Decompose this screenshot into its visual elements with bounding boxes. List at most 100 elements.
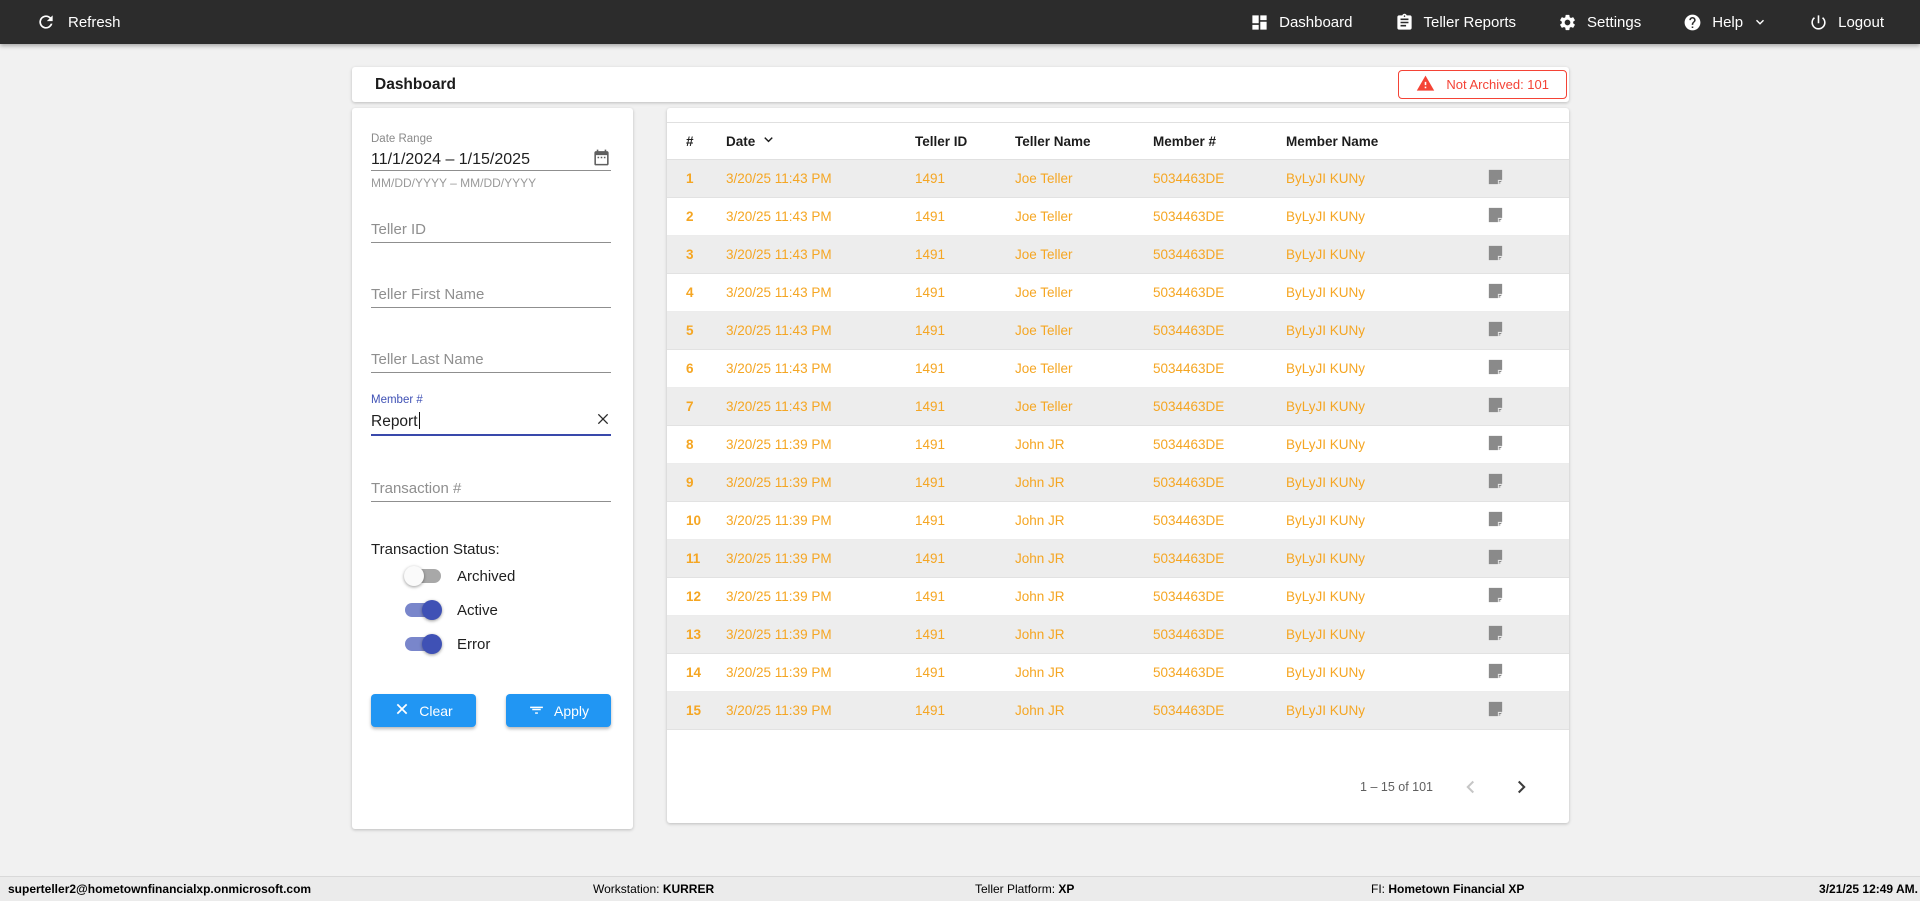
error-toggle[interactable] [405, 634, 442, 654]
nav-dashboard[interactable]: Dashboard [1250, 13, 1353, 32]
note-icon[interactable] [1484, 433, 1506, 455]
error-toggle-label: Error [457, 635, 491, 653]
teller-last-name-input[interactable] [371, 346, 611, 373]
nav-logout-label: Logout [1838, 13, 1884, 31]
table-row[interactable]: 2 3/20/25 11:43 PM 1491 Joe Teller 50344… [667, 198, 1569, 236]
date-range-field[interactable]: Date Range 11/1/2024 – 1/15/2025 MM/DD/Y… [371, 133, 611, 190]
row-teller-name: John JR [1015, 589, 1065, 604]
col-header-num[interactable]: # [686, 134, 726, 149]
table-row[interactable]: 15 3/20/25 11:39 PM 1491 John JR 5034463… [667, 692, 1569, 730]
active-toggle[interactable] [405, 600, 442, 620]
note-icon[interactable] [1484, 471, 1506, 493]
row-number: 2 [686, 209, 694, 224]
transaction-number-input[interactable] [371, 475, 611, 502]
note-icon[interactable] [1484, 623, 1506, 645]
nav-teller-reports-label: Teller Reports [1423, 13, 1517, 31]
col-header-teller-id[interactable]: Teller ID [915, 134, 1015, 149]
nav-logout[interactable]: Logout [1809, 13, 1884, 32]
row-number: 13 [686, 627, 702, 642]
refresh-icon [36, 12, 56, 32]
table-row[interactable]: 1 3/20/25 11:43 PM 1491 Joe Teller 50344… [667, 160, 1569, 198]
table-row[interactable]: 12 3/20/25 11:39 PM 1491 John JR 5034463… [667, 578, 1569, 616]
row-member-num: 5034463DE [1153, 513, 1225, 528]
row-member-num: 5034463DE [1153, 399, 1225, 414]
row-teller-id: 1491 [915, 703, 946, 718]
note-icon[interactable] [1484, 243, 1506, 265]
row-member-name: ByLyJI KUNy [1286, 475, 1366, 490]
nav-dashboard-label: Dashboard [1279, 13, 1353, 31]
note-icon[interactable] [1484, 281, 1506, 303]
teller-id-input[interactable] [371, 216, 611, 243]
row-date: 3/20/25 11:43 PM [726, 399, 832, 414]
row-teller-name: Joe Teller [1015, 285, 1073, 300]
table-row[interactable]: 8 3/20/25 11:39 PM 1491 John JR 5034463D… [667, 426, 1569, 464]
row-date: 3/20/25 11:39 PM [726, 475, 832, 490]
note-icon[interactable] [1484, 357, 1506, 379]
row-teller-name: Joe Teller [1015, 361, 1073, 376]
page-title: Dashboard [375, 75, 456, 93]
row-number: 14 [686, 665, 702, 680]
table-row[interactable]: 6 3/20/25 11:43 PM 1491 Joe Teller 50344… [667, 350, 1569, 388]
table-row[interactable]: 11 3/20/25 11:39 PM 1491 John JR 5034463… [667, 540, 1569, 578]
archived-toggle[interactable] [404, 566, 441, 586]
table-row[interactable]: 9 3/20/25 11:39 PM 1491 John JR 5034463D… [667, 464, 1569, 502]
next-page-button[interactable] [1509, 775, 1533, 799]
transaction-status-label: Transaction Status: [371, 541, 500, 558]
results-table: # Date Teller ID Teller Name Member # Me… [667, 122, 1569, 730]
x-icon [394, 701, 410, 720]
previous-page-button[interactable] [1459, 775, 1483, 799]
row-number: 15 [686, 703, 702, 718]
row-teller-id: 1491 [915, 285, 946, 300]
note-icon[interactable] [1484, 319, 1506, 341]
note-icon[interactable] [1484, 395, 1506, 417]
gear-icon [1558, 13, 1577, 32]
col-header-date[interactable]: Date [726, 131, 915, 151]
row-member-name: ByLyJI KUNy [1286, 513, 1366, 528]
col-header-member-name[interactable]: Member Name [1286, 134, 1480, 149]
table-row[interactable]: 3 3/20/25 11:43 PM 1491 Joe Teller 50344… [667, 236, 1569, 274]
row-teller-id: 1491 [915, 361, 946, 376]
nav-help[interactable]: Help [1683, 13, 1767, 32]
row-teller-id: 1491 [915, 627, 946, 642]
note-icon[interactable] [1484, 699, 1506, 721]
row-member-num: 5034463DE [1153, 703, 1225, 718]
row-number: 12 [686, 589, 702, 604]
refresh-button[interactable]: Refresh [0, 12, 121, 32]
table-row[interactable]: 7 3/20/25 11:43 PM 1491 Joe Teller 50344… [667, 388, 1569, 426]
row-member-num: 5034463DE [1153, 323, 1225, 338]
nav-settings[interactable]: Settings [1558, 13, 1641, 32]
note-icon[interactable] [1484, 205, 1506, 227]
col-header-member-num[interactable]: Member # [1153, 134, 1286, 149]
teller-last-name-field-group [371, 346, 611, 373]
row-member-name: ByLyJI KUNy [1286, 323, 1366, 338]
calendar-icon[interactable] [592, 148, 611, 172]
not-archived-label: Not Archived: 101 [1446, 77, 1549, 92]
date-range-label: Date Range [371, 133, 433, 145]
note-icon[interactable] [1484, 661, 1506, 683]
table-row[interactable]: 10 3/20/25 11:39 PM 1491 John JR 5034463… [667, 502, 1569, 540]
row-member-num: 5034463DE [1153, 627, 1225, 642]
not-archived-badge[interactable]: Not Archived: 101 [1398, 70, 1567, 99]
note-icon[interactable] [1484, 167, 1506, 189]
row-teller-id: 1491 [915, 437, 946, 452]
status-datetime: 3/21/25 12:49 AM. [1819, 882, 1918, 896]
row-teller-id: 1491 [915, 209, 946, 224]
row-member-name: ByLyJI KUNy [1286, 665, 1366, 680]
clear-field-x-icon[interactable] [595, 411, 611, 432]
note-icon[interactable] [1484, 547, 1506, 569]
note-icon[interactable] [1484, 585, 1506, 607]
clear-button[interactable]: Clear [371, 694, 476, 727]
table-row[interactable]: 13 3/20/25 11:39 PM 1491 John JR 5034463… [667, 616, 1569, 654]
nav-teller-reports[interactable]: Teller Reports [1395, 13, 1517, 32]
table-row[interactable]: 14 3/20/25 11:39 PM 1491 John JR 5034463… [667, 654, 1569, 692]
filter-icon [528, 701, 545, 721]
teller-first-name-input[interactable] [371, 281, 611, 308]
table-row[interactable]: 4 3/20/25 11:43 PM 1491 Joe Teller 50344… [667, 274, 1569, 312]
table-row[interactable]: 5 3/20/25 11:43 PM 1491 Joe Teller 50344… [667, 312, 1569, 350]
note-icon[interactable] [1484, 509, 1506, 531]
row-teller-name: John JR [1015, 551, 1065, 566]
col-header-teller-name[interactable]: Teller Name [1015, 134, 1153, 149]
row-teller-name: Joe Teller [1015, 399, 1073, 414]
apply-button[interactable]: Apply [506, 694, 611, 727]
member-number-field[interactable]: Member # Report [371, 394, 611, 436]
